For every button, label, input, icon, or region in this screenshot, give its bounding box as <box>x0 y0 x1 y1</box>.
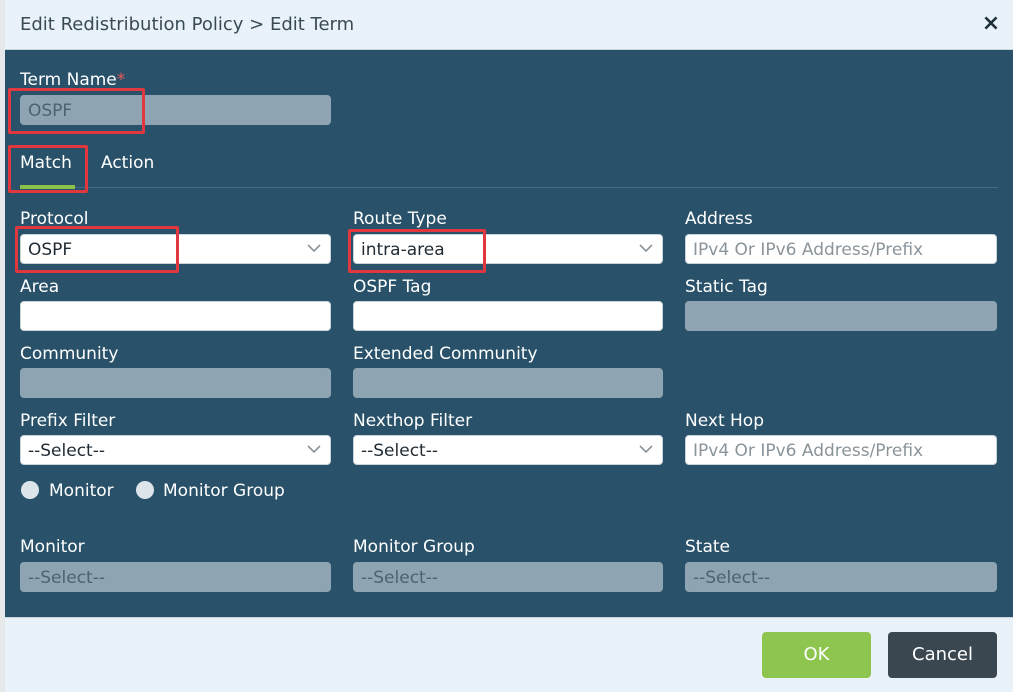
protocol-label: Protocol <box>20 209 89 229</box>
protocol-select[interactable]: OSPF <box>20 234 331 264</box>
chevron-down-icon <box>639 445 653 454</box>
monitor-radio-label: Monitor <box>49 481 114 501</box>
monitor-select: --Select-- <box>20 562 331 592</box>
edit-term-dialog: Edit Redistribution Policy > Edit Term ×… <box>5 0 1013 692</box>
route-type-label: Route Type <box>353 209 447 229</box>
cancel-button[interactable]: Cancel <box>888 632 997 678</box>
nexthop-filter-select[interactable]: --Select-- <box>353 435 663 465</box>
term-name-label-text: Term Name <box>20 70 117 90</box>
monitor-group-value: --Select-- <box>361 568 438 588</box>
static-tag-input <box>685 301 997 331</box>
monitor-group-radio-label: Monitor Group <box>163 481 285 501</box>
address-placeholder: IPv4 Or IPv6 Address/Prefix <box>693 240 924 260</box>
tab-match[interactable]: Match <box>20 153 72 173</box>
area-label: Area <box>20 277 60 297</box>
prefix-filter-value: --Select-- <box>28 441 105 461</box>
monitor-group-label: Monitor Group <box>353 537 475 557</box>
static-tag-label: Static Tag <box>685 277 768 297</box>
route-type-select[interactable]: intra-area <box>353 234 663 264</box>
community-label: Community <box>20 344 119 364</box>
chevron-down-icon <box>639 244 653 253</box>
extended-community-input <box>353 368 663 398</box>
monitor-group-select: --Select-- <box>353 562 663 592</box>
area-input[interactable] <box>20 301 331 331</box>
monitor-label: Monitor <box>20 537 85 557</box>
term-name-value: OSPF <box>28 101 73 121</box>
route-type-value: intra-area <box>361 240 445 260</box>
ok-button[interactable]: OK <box>762 632 871 678</box>
next-hop-input[interactable]: IPv4 Or IPv6 Address/Prefix <box>685 435 997 465</box>
ospf-tag-input[interactable] <box>353 301 663 331</box>
prefix-filter-select[interactable]: --Select-- <box>20 435 331 465</box>
monitor-radio[interactable] <box>21 481 39 499</box>
extended-community-label: Extended Community <box>353 344 538 364</box>
tabs-divider <box>20 187 998 188</box>
chevron-down-icon <box>307 244 321 253</box>
close-icon[interactable]: × <box>979 12 1003 36</box>
monitor-group-radio[interactable] <box>136 481 154 499</box>
monitor-value: --Select-- <box>28 568 105 588</box>
dialog-titlebar: Edit Redistribution Policy > Edit Term × <box>5 0 1013 50</box>
tab-action[interactable]: Action <box>101 153 154 173</box>
state-label: State <box>685 537 730 557</box>
prefix-filter-label: Prefix Filter <box>20 411 116 431</box>
tab-match-underline <box>20 185 75 189</box>
nexthop-filter-label: Nexthop Filter <box>353 411 473 431</box>
protocol-value: OSPF <box>28 240 73 260</box>
address-input[interactable]: IPv4 Or IPv6 Address/Prefix <box>685 234 997 264</box>
address-label: Address <box>685 209 753 229</box>
nexthop-filter-value: --Select-- <box>361 441 438 461</box>
term-name-label: Term Name* <box>20 70 125 90</box>
dialog-footer: OK Cancel <box>5 617 1013 692</box>
term-name-input[interactable]: OSPF <box>20 95 331 125</box>
community-input <box>20 368 331 398</box>
next-hop-label: Next Hop <box>685 411 764 431</box>
chevron-down-icon <box>307 445 321 454</box>
dialog-title: Edit Redistribution Policy > Edit Term <box>20 14 355 35</box>
next-hop-placeholder: IPv4 Or IPv6 Address/Prefix <box>693 441 924 461</box>
state-value: --Select-- <box>693 568 770 588</box>
required-mark: * <box>116 70 126 90</box>
ospf-tag-label: OSPF Tag <box>353 277 432 297</box>
state-select: --Select-- <box>685 562 997 592</box>
